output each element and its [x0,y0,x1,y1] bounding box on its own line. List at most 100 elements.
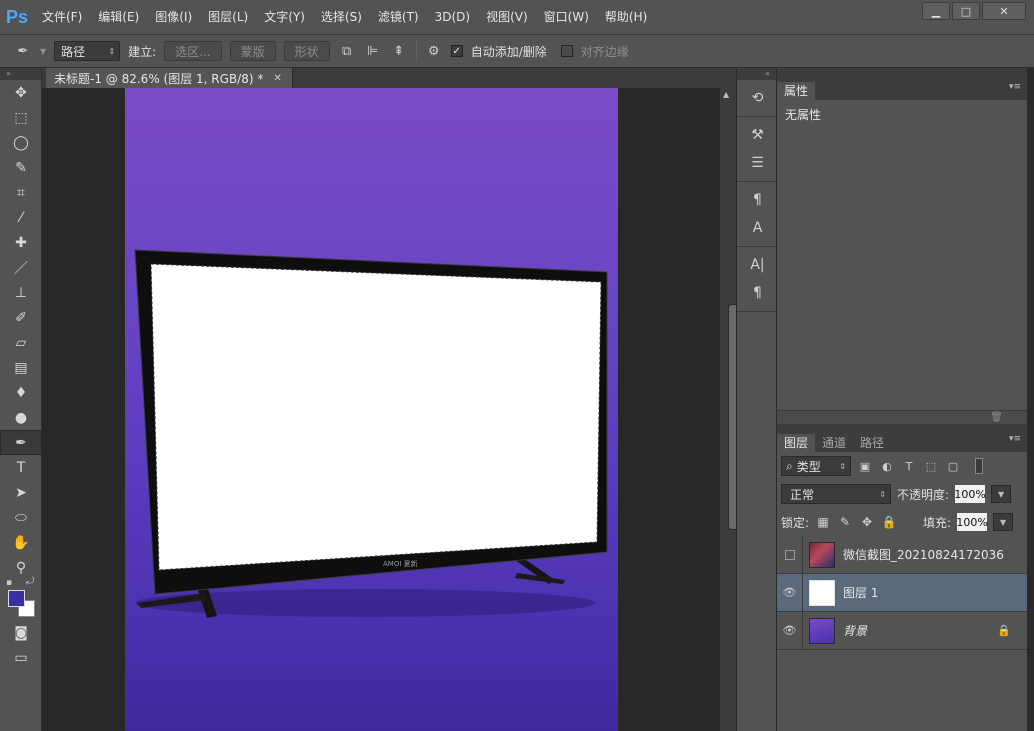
menu-edit[interactable]: 编辑(E) [90,0,147,34]
dock-collapse-icon[interactable]: « [737,68,776,80]
character-styles-panel-icon[interactable]: A [737,214,778,242]
eraser-tool-icon[interactable]: ▱ [0,330,42,355]
gear-icon[interactable]: ⚙ [425,42,443,60]
layer-row-screenshot[interactable]: 微信截图_20210824172036 [777,535,1027,574]
trash-icon[interactable]: 🗑 [990,412,1003,423]
close-button[interactable]: ✕ [982,2,1026,20]
tab-layers[interactable]: 图层 [777,434,816,452]
document-canvas[interactable]: AMOI 夏新 [125,88,618,731]
layer-thumbnail [809,541,835,568]
paragraph-panel-icon[interactable]: ¶ [737,279,778,307]
lasso-tool-icon[interactable]: ◯ [0,130,42,155]
opacity-dropdown-icon[interactable]: ▼ [991,485,1012,503]
lock-all-icon[interactable]: 🔒 [881,514,897,530]
default-colors-icon[interactable]: ▪ [6,578,12,588]
tool-presets-panel-icon[interactable]: ⚒ [737,121,778,149]
brush-tool-icon[interactable]: ／ [0,255,42,280]
menu-help[interactable]: 帮助(H) [597,0,655,34]
swap-colors-icon[interactable]: ⤾ [26,576,34,587]
auto-add-delete-checkbox[interactable]: ✓ [450,45,463,57]
visibility-toggle-off[interactable] [777,535,803,574]
canvas-area[interactable]: AMOI 夏新 [42,88,720,731]
adjustments-panel-icon[interactable]: ☰ [737,149,778,177]
path-arrangement-icon[interactable]: ⇞ [390,42,408,60]
dodge-tool-icon[interactable]: ● [0,405,42,430]
pen-tool-icon[interactable]: ✒ [0,430,42,455]
make-mask-button[interactable]: 蒙版 [229,41,276,61]
make-shape-button[interactable]: 形状 [283,41,330,61]
fill-dropdown-icon[interactable]: ▼ [993,513,1014,531]
pen-mode-select[interactable]: 路径 ⇕ [54,41,121,61]
layer-row-layer1[interactable]: 👁 图层 1 [777,573,1027,612]
canvas-vertical-scrollbar[interactable]: ▲ [720,88,740,731]
path-selection-tool-icon[interactable]: ➤ [0,480,42,505]
menu-file[interactable]: 文件(F) [34,0,90,34]
fill-input[interactable]: 100% [956,513,988,531]
close-tab-icon[interactable]: ✕ [273,73,281,84]
menu-view[interactable]: 视图(V) [478,0,536,34]
align-edges-checkbox[interactable] [560,45,573,57]
eyedropper-tool-icon[interactable]: ⁄ [0,205,42,230]
eye-icon[interactable]: 👁 [777,573,803,612]
menu-window[interactable]: 窗口(W) [536,0,597,34]
path-operations-icon[interactable]: ⧉ [338,42,356,60]
scroll-up-icon[interactable]: ▲ [723,90,729,99]
menu-filter[interactable]: 滤镜(T) [370,0,427,34]
menu-image[interactable]: 图像(I) [147,0,200,34]
menu-select[interactable]: 选择(S) [313,0,370,34]
healing-brush-tool-icon[interactable]: ✚ [0,230,42,255]
tab-channels[interactable]: 通道 [815,434,853,452]
lock-transparency-icon[interactable]: ▦ [815,514,831,530]
quick-selection-tool-icon[interactable]: ✎ [0,155,42,180]
make-selection-button[interactable]: 选区... [164,41,222,61]
crop-tool-icon[interactable]: ⌗ [0,180,42,205]
blend-mode-select[interactable]: 正常 ⇕ [781,484,891,504]
filter-toggle-switch[interactable] [975,458,983,474]
path-alignment-icon[interactable]: ⊫ [364,42,382,60]
eye-icon[interactable]: 👁 [777,611,803,650]
quick-mask-icon[interactable]: ◙ [0,620,42,645]
layers-tab-row: 图层 通道 路径 ▾≡ [777,432,1027,452]
hand-tool-icon[interactable]: ✋ [0,530,42,555]
type-filter-icon[interactable]: T [901,458,917,474]
layers-panel-menu-icon[interactable]: ▾≡ [1009,434,1021,444]
lock-position-icon[interactable]: ✥ [859,514,875,530]
preset-dropdown-arrow-icon[interactable]: ▼ [40,47,46,56]
menu-bar: Ps 文件(F) 编辑(E) 图像(I) 图层(L) 文字(Y) 选择(S) 滤… [0,0,1034,34]
screen-mode-icon[interactable]: ▭ [0,645,42,670]
history-brush-tool-icon[interactable]: ✐ [0,305,42,330]
clone-stamp-tool-icon[interactable]: ⊥ [0,280,42,305]
character-panel-icon[interactable]: A| [737,251,778,279]
shape-tool-icon[interactable]: ⬭ [0,505,42,530]
layer-row-background[interactable]: 👁 背景 🔒 [777,611,1027,650]
paragraph-styles-panel-icon[interactable]: ¶ [737,186,778,214]
shape-filter-icon[interactable]: ⬚ [923,458,939,474]
lock-pixels-icon[interactable]: ✎ [837,514,853,530]
pen-tool-preset-icon[interactable]: ✒ [14,42,32,60]
tv-brand-logo: AMOI 夏新 [383,559,418,568]
marquee-tool-icon[interactable]: ⬚ [0,105,42,130]
layer-filter-select[interactable]: ⌕ 类型 ⇕ [781,456,851,476]
zoom-tool-icon[interactable]: ⚲ [0,555,42,580]
panel-collapse-icon[interactable]: » [0,68,41,80]
panel-menu-icon[interactable]: ▾≡ [1009,82,1021,92]
type-tool-icon[interactable]: T [0,455,42,480]
blend-mode-value: 正常 [790,487,815,502]
foreground-color-swatch[interactable] [8,590,25,607]
maximize-button[interactable]: □ [952,2,980,20]
menu-type[interactable]: 文字(Y) [256,0,313,34]
pixel-filter-icon[interactable]: ▣ [857,458,873,474]
document-tab[interactable]: 未标题-1 @ 82.6% (图层 1, RGB/8) * ✕ [46,68,293,88]
tab-paths[interactable]: 路径 [853,434,891,452]
move-tool-icon[interactable]: ✥ [0,80,42,105]
menu-layer[interactable]: 图层(L) [200,0,256,34]
smart-object-filter-icon[interactable]: ▢ [945,458,961,474]
gradient-tool-icon[interactable]: ▤ [0,355,42,380]
adjustment-filter-icon[interactable]: ◐ [879,458,895,474]
history-panel-icon[interactable]: ⟲ [737,84,778,112]
tab-properties[interactable]: 属性 [777,82,816,100]
blur-tool-icon[interactable]: ♦ [0,380,42,405]
opacity-input[interactable]: 100% [954,485,986,503]
minimize-button[interactable]: ▁ [922,2,950,20]
menu-3d[interactable]: 3D(D) [427,0,478,34]
